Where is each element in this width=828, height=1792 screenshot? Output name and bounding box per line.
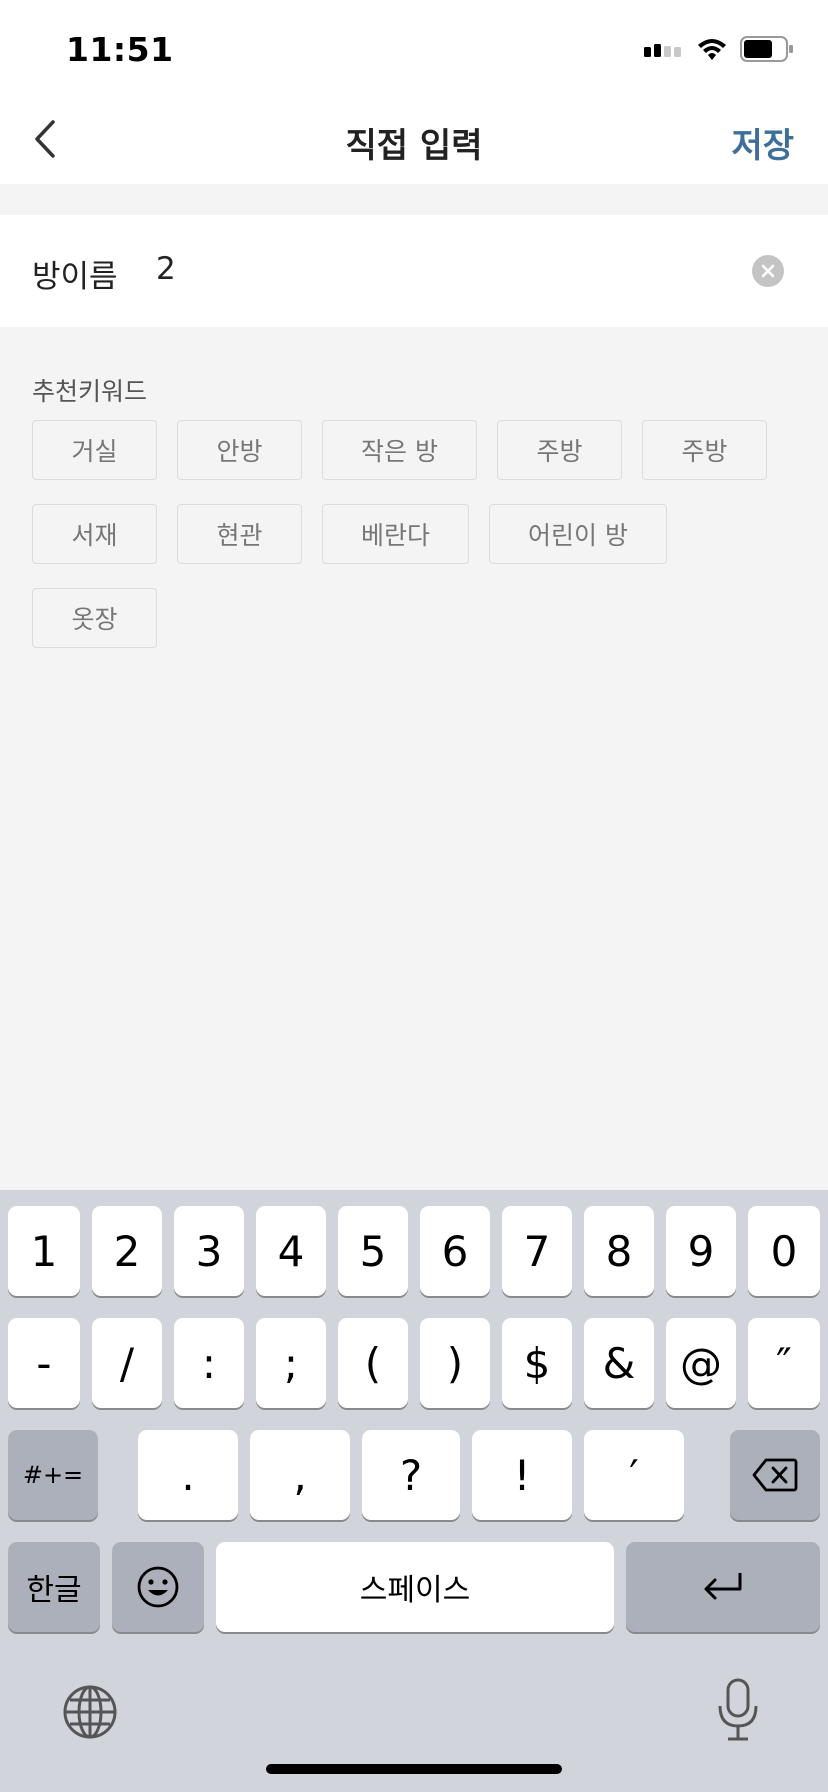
microphone-icon [718, 1678, 758, 1741]
key-ampersand[interactable]: & [584, 1318, 654, 1408]
key-period[interactable]: . [138, 1430, 238, 1520]
globe-button[interactable] [62, 1684, 118, 1740]
key-apostrophe[interactable]: ′ [584, 1430, 684, 1520]
key-slash[interactable]: / [92, 1318, 162, 1408]
keyword-chip[interactable]: 옷장 [32, 588, 157, 648]
key-2[interactable]: 2 [92, 1206, 162, 1296]
key-open-paren[interactable]: ( [338, 1318, 408, 1408]
key-semicolon[interactable]: ; [256, 1318, 326, 1408]
keyword-chip[interactable]: 현관 [177, 504, 302, 564]
keywords-title: 추천키워드 [32, 377, 148, 406]
wifi-icon [698, 39, 726, 60]
emoji-key[interactable] [112, 1542, 204, 1632]
key-exclamation[interactable]: ! [472, 1430, 572, 1520]
status-bar: 11:51 [0, 0, 828, 92]
return-icon [704, 1573, 742, 1600]
keyboard: 1 2 3 4 5 6 7 8 9 0 - / : ; ( ) $ & @ ″ … [0, 1190, 828, 1792]
keyword-chip[interactable]: 어린이 방 [489, 504, 667, 564]
key-hyphen[interactable]: - [8, 1318, 80, 1408]
clear-input-button[interactable] [752, 255, 784, 287]
key-colon[interactable]: : [174, 1318, 244, 1408]
nav-bar: 직접 입력 저장 [0, 92, 828, 184]
key-8[interactable]: 8 [584, 1206, 654, 1296]
status-icons [644, 34, 794, 64]
signal-icon [644, 44, 681, 57]
battery-icon [740, 36, 793, 62]
key-0[interactable]: 0 [748, 1206, 820, 1296]
key-3[interactable]: 3 [174, 1206, 244, 1296]
key-7[interactable]: 7 [502, 1206, 572, 1296]
emoji-icon [137, 1566, 179, 1608]
key-6[interactable]: 6 [420, 1206, 490, 1296]
home-indicator [266, 1764, 562, 1774]
save-button[interactable]: 저장 [731, 118, 794, 167]
key-close-paren[interactable]: ) [420, 1318, 490, 1408]
key-5[interactable]: 5 [338, 1206, 408, 1296]
language-key[interactable]: 한글 [8, 1542, 100, 1632]
backspace-icon [752, 1458, 798, 1492]
key-double-quote[interactable]: ″ [748, 1318, 820, 1408]
key-question[interactable]: ? [362, 1430, 460, 1520]
close-icon [761, 264, 775, 278]
keyword-chip[interactable]: 거실 [32, 420, 157, 480]
keyword-chip[interactable]: 주방 [497, 420, 622, 480]
room-name-label: 방이름 [32, 259, 118, 295]
keyword-chip[interactable]: 안방 [177, 420, 302, 480]
keyword-chip[interactable]: 작은 방 [322, 420, 477, 480]
keyword-chip[interactable]: 주방 [642, 420, 767, 480]
key-1[interactable]: 1 [8, 1206, 80, 1296]
page-title: 직접 입력 [345, 126, 483, 166]
keyword-chip[interactable]: 서재 [32, 504, 157, 564]
return-key[interactable] [626, 1542, 820, 1632]
room-name-row: 방이름 2 [0, 215, 828, 327]
globe-icon [63, 1685, 117, 1739]
key-symbols-toggle[interactable]: #+= [8, 1430, 98, 1520]
key-at[interactable]: @ [666, 1318, 736, 1408]
space-key[interactable]: 스페이스 [216, 1542, 614, 1632]
key-4[interactable]: 4 [256, 1206, 326, 1296]
key-comma[interactable]: , [250, 1430, 350, 1520]
dictation-button[interactable] [716, 1678, 760, 1742]
keyword-chip[interactable]: 베란다 [322, 504, 469, 564]
backspace-key[interactable] [730, 1430, 820, 1520]
key-9[interactable]: 9 [666, 1206, 736, 1296]
key-dollar[interactable]: $ [502, 1318, 572, 1408]
status-time: 11:51 [66, 30, 174, 69]
room-name-input[interactable]: 2 [156, 251, 176, 287]
